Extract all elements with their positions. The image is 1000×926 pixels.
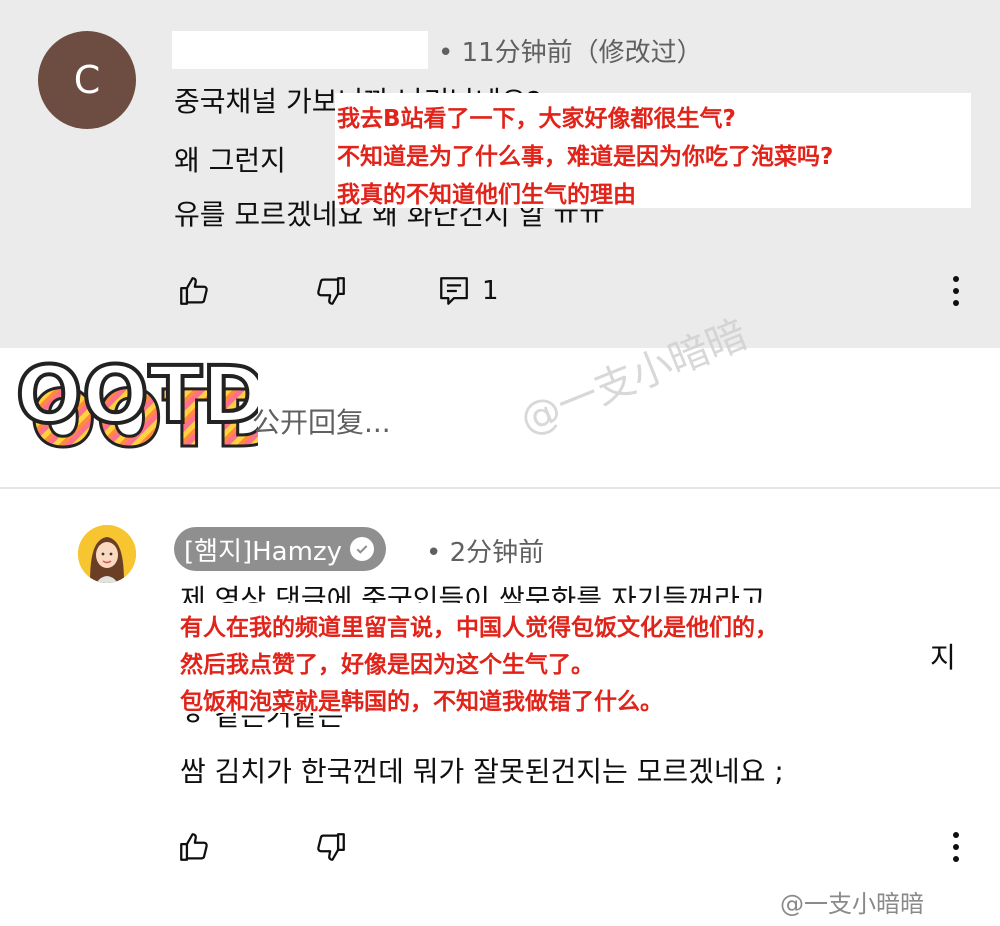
reply-count[interactable]: 1 — [482, 276, 499, 306]
reply-icon[interactable] — [437, 274, 471, 308]
comment-text-line: 왜 그런지 — [174, 144, 286, 177]
author-badge[interactable]: [햄지]Hamzy — [174, 527, 386, 571]
comment-text-line: 쌈 김치가 한국껀데 뭐가 잘못된건지는 모르겠네요 ; — [180, 755, 784, 788]
svg-text:OOTD: OOTD — [16, 351, 258, 441]
comment-timestamp: • 11分钟前（修改过） — [438, 38, 703, 68]
translation-line: 我真的不知道他们生气的理由 — [337, 182, 636, 208]
comment-text-line: 지 — [930, 641, 956, 674]
thumb-down-icon[interactable] — [314, 830, 348, 864]
ootd-sticker: OOTD OOTD — [8, 349, 282, 467]
translation-line: 我去B站看了一下，大家好像都很生气? — [337, 106, 736, 132]
redacted-username — [172, 31, 428, 69]
more-vertical-icon[interactable] — [950, 274, 962, 308]
reply-input[interactable]: 公开回复... — [252, 401, 391, 441]
translation-line: 有人在我的频道里留言说，中国人觉得包饭文化是他们的， — [180, 615, 778, 641]
comment-timestamp: • 2分钟前 — [426, 538, 545, 568]
translation-line: 不知道是为了什么事，难道是因为你吃了泡菜吗? — [337, 144, 834, 170]
author-name: [햄지]Hamzy — [184, 536, 342, 567]
avatar[interactable]: C — [38, 31, 136, 129]
more-vertical-icon[interactable] — [950, 830, 962, 864]
thumb-down-icon[interactable] — [314, 274, 348, 308]
watermark: @一支小暗暗 — [780, 890, 924, 918]
thumb-up-icon[interactable] — [177, 274, 211, 308]
verified-check-icon — [349, 537, 374, 561]
translation-line: 包饭和泡菜就是韩国的，不知道我做错了什么。 — [180, 689, 663, 715]
avatar[interactable] — [78, 525, 136, 583]
translation-line: 然后我点赞了，好像是因为这个生气了。 — [180, 652, 594, 678]
top-comment: C • 11分钟前（修改过） 중국채널 가보니까 난리났네요? 왜 그런지 유를… — [0, 0, 1000, 348]
thumb-up-icon[interactable] — [177, 830, 211, 864]
divider — [0, 487, 1000, 489]
